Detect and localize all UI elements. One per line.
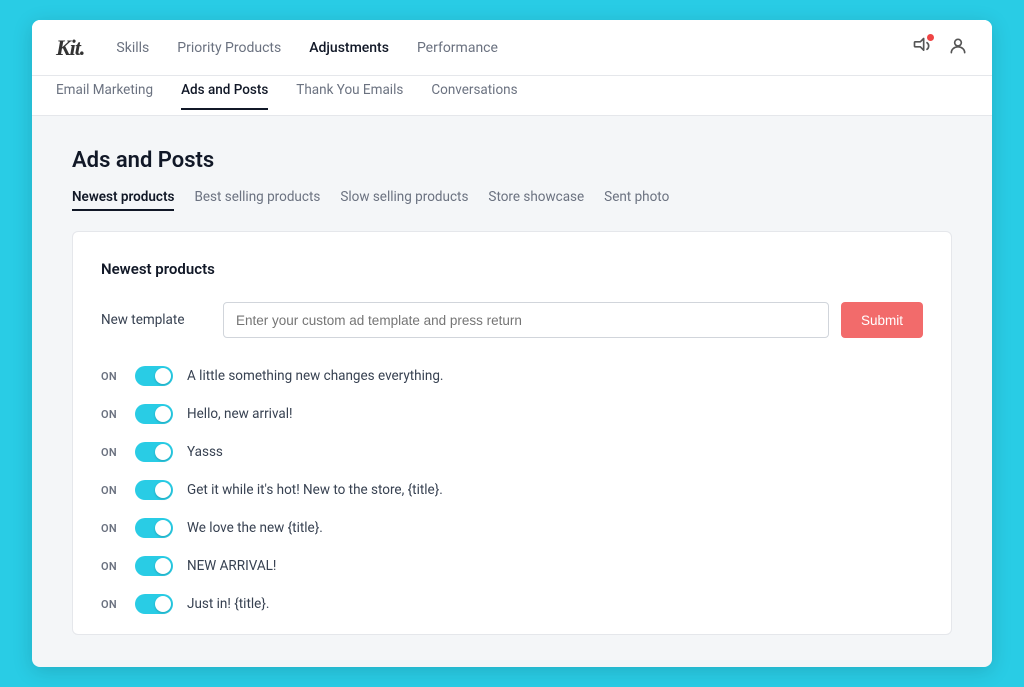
toggle-switch-6[interactable]	[135, 556, 173, 576]
template-input[interactable]	[223, 302, 829, 338]
nav-skills[interactable]: Skills	[116, 40, 149, 56]
sub-nav: Email Marketing Ads and Posts Thank You …	[32, 76, 992, 116]
toggle-switch-5[interactable]	[135, 518, 173, 538]
logo: Kit.	[56, 35, 84, 61]
tab-store-showcase[interactable]: Store showcase	[488, 189, 584, 211]
template-label: New template	[101, 312, 211, 328]
toggle-row: ON NEW ARRIVAL!	[101, 556, 923, 576]
subnav-ads-and-posts[interactable]: Ads and Posts	[181, 82, 268, 110]
tab-slow-selling[interactable]: Slow selling products	[340, 189, 468, 211]
on-label: ON	[101, 408, 121, 421]
toggle-list: ON A little something new changes everyt…	[101, 366, 923, 614]
toggle-row: ON A little something new changes everyt…	[101, 366, 923, 386]
card: Newest products New template Submit ON A…	[72, 231, 952, 635]
on-label: ON	[101, 522, 121, 535]
toggle-row: ON Hello, new arrival!	[101, 404, 923, 424]
toggle-row: ON Just in! {title}.	[101, 594, 923, 614]
main-content: Ads and Posts Newest products Best selli…	[32, 116, 992, 667]
toggle-text-3: Yasss	[187, 444, 223, 460]
nav-priority-products[interactable]: Priority Products	[177, 40, 281, 56]
tab-newest-products[interactable]: Newest products	[72, 189, 174, 211]
page-title: Ads and Posts	[72, 148, 952, 173]
user-avatar-button[interactable]	[948, 36, 968, 60]
tab-sent-photo[interactable]: Sent photo	[604, 189, 669, 211]
toggle-text-4: Get it while it's hot! New to the store,…	[187, 482, 443, 498]
user-icon	[948, 36, 968, 56]
toggle-switch-7[interactable]	[135, 594, 173, 614]
app-window: Kit. Skills Priority Products Adjustment…	[32, 20, 992, 667]
nav-adjustments[interactable]: Adjustments	[309, 40, 389, 56]
notification-dot	[927, 34, 934, 41]
nav-performance[interactable]: Performance	[417, 40, 498, 56]
subnav-conversations[interactable]: Conversations	[431, 82, 517, 110]
toggle-switch-4[interactable]	[135, 480, 173, 500]
toggle-text-1: A little something new changes everythin…	[187, 368, 444, 384]
on-label: ON	[101, 484, 121, 497]
subnav-thank-you-emails[interactable]: Thank You Emails	[296, 82, 403, 110]
toggle-text-7: Just in! {title}.	[187, 596, 269, 612]
top-nav-links: Skills Priority Products Adjustments Per…	[116, 40, 912, 56]
top-nav: Kit. Skills Priority Products Adjustment…	[32, 20, 992, 76]
on-label: ON	[101, 370, 121, 383]
toggle-row: ON Get it while it's hot! New to the sto…	[101, 480, 923, 500]
toggle-text-6: NEW ARRIVAL!	[187, 558, 276, 574]
on-label: ON	[101, 598, 121, 611]
tab-bar: Newest products Best selling products Sl…	[72, 189, 952, 211]
toggle-text-2: Hello, new arrival!	[187, 406, 293, 422]
toggle-switch-2[interactable]	[135, 404, 173, 424]
tab-best-selling[interactable]: Best selling products	[194, 189, 320, 211]
notification-button[interactable]	[912, 36, 932, 60]
toggle-row: ON Yasss	[101, 442, 923, 462]
toggle-switch-1[interactable]	[135, 366, 173, 386]
card-title: Newest products	[101, 260, 923, 278]
submit-button[interactable]: Submit	[841, 302, 923, 338]
on-label: ON	[101, 560, 121, 573]
template-row: New template Submit	[101, 302, 923, 338]
toggle-switch-3[interactable]	[135, 442, 173, 462]
toggle-row: ON We love the new {title}.	[101, 518, 923, 538]
on-label: ON	[101, 446, 121, 459]
subnav-email-marketing[interactable]: Email Marketing	[56, 82, 153, 110]
top-nav-right	[912, 36, 968, 60]
toggle-text-5: We love the new {title}.	[187, 520, 323, 536]
